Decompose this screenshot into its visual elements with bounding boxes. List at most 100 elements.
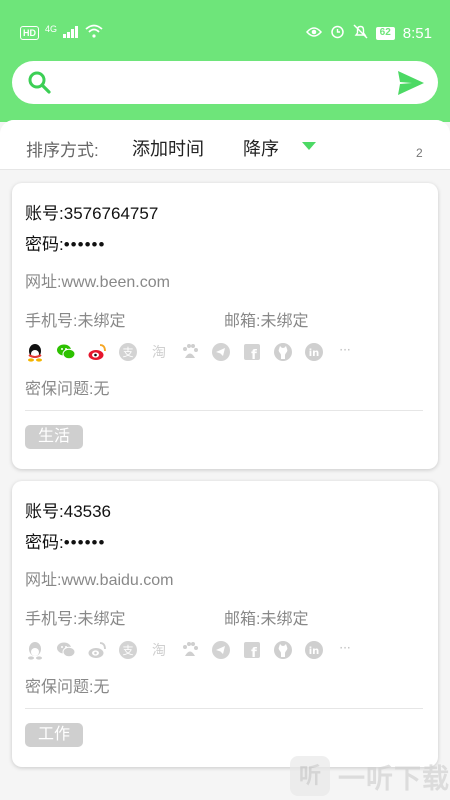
password-label: 密码: [25, 533, 64, 552]
question-label: 密保问题: [25, 679, 94, 696]
more-icon: ··· [335, 640, 355, 660]
password-label: 密码: [25, 235, 64, 254]
clock: 8:51 [402, 25, 432, 42]
password-value: •••••• [63, 235, 106, 254]
phone-row: 手机号:未绑定 [25, 605, 125, 629]
taobao-glyph: 淘 [152, 643, 166, 659]
status-left: HD 4G [20, 24, 103, 42]
watermark: 听 一听下载 [290, 756, 450, 796]
linkedin-glyph: in [309, 348, 320, 359]
alipay-icon: 支 [118, 342, 138, 362]
account-card[interactable]: 账号:3576764757 密码:•••••• 网址:www.been.com … [12, 183, 438, 469]
linkedin-glyph: in [309, 646, 320, 657]
site-row: 网址:www.been.com [25, 268, 170, 292]
sort-bar: 排序方式: 添加时间 降序 [0, 120, 450, 170]
alipay-glyph: 支 [123, 644, 134, 657]
sort-field-selector[interactable]: 添加时间 [132, 135, 204, 161]
account-card[interactable]: 账号:43536 密码:•••••• 网址:www.baidu.com 手机号:… [12, 481, 438, 767]
more-icon: ··· [335, 342, 355, 362]
wechat-icon [56, 640, 76, 660]
question-label: 密保问题: [25, 381, 94, 398]
email-value: 未绑定 [260, 611, 309, 628]
status-right: 62 8:51 [305, 24, 432, 43]
account-row: 账号:3576764757 [25, 199, 158, 224]
site-row: 网址:www.baidu.com [25, 566, 174, 590]
email-label: 邮箱: [224, 611, 261, 628]
sort-label: 排序方式: [26, 141, 99, 160]
send-icon[interactable] [397, 70, 425, 101]
platform-icons: 支 淘 f in ··· [25, 640, 355, 660]
question-value: 无 [93, 679, 110, 696]
site-label: 网址: [25, 572, 62, 589]
phone-label: 手机号: [25, 313, 78, 330]
password-row: 密码:•••••• [25, 230, 105, 255]
item-count: 2 [416, 146, 423, 160]
search-bar [12, 61, 438, 104]
phone-value: 未绑定 [77, 611, 126, 628]
linkedin-icon: in [304, 342, 324, 362]
email-value: 未绑定 [260, 313, 309, 330]
password-row: 密码:•••••• [25, 528, 105, 553]
site-label: 网址: [25, 274, 62, 291]
security-question-row: 密保问题:无 [25, 673, 109, 697]
account-label: 账号: [25, 502, 64, 521]
account-value: 3576764757 [63, 204, 159, 223]
github-icon [273, 342, 293, 362]
alipay-icon: 支 [118, 640, 138, 660]
facebook-icon: f [242, 342, 262, 362]
search-input[interactable] [64, 69, 384, 96]
email-row: 邮箱:未绑定 [224, 605, 308, 629]
more-glyph: ··· [339, 641, 350, 655]
facebook-glyph: f [251, 348, 257, 362]
question-value: 无 [93, 381, 110, 398]
account-row: 账号:43536 [25, 497, 111, 522]
facebook-glyph: f [251, 646, 257, 660]
category-tag[interactable]: 工作 [25, 723, 84, 747]
qq-icon [25, 640, 45, 660]
wechat-icon [56, 342, 76, 362]
divider [25, 410, 423, 411]
baidu-icon [180, 640, 200, 660]
taobao-icon: 淘 [149, 342, 169, 362]
facebook-icon: f [242, 640, 262, 660]
signal-icon [63, 25, 79, 42]
email-label: 邮箱: [224, 313, 261, 330]
dropdown-caret-icon[interactable] [302, 142, 316, 150]
linkedin-icon: in [304, 640, 324, 660]
search-icon[interactable] [27, 70, 52, 100]
baidu-icon [180, 342, 200, 362]
taobao-glyph: 淘 [152, 345, 166, 361]
github-icon [273, 640, 293, 660]
battery-level: 62 [375, 27, 395, 40]
wifi-icon [85, 24, 103, 42]
weibo-icon [87, 342, 107, 362]
hd-badge: HD [20, 26, 39, 40]
alipay-glyph: 支 [123, 346, 134, 359]
security-question-row: 密保问题:无 [25, 375, 109, 399]
weibo-icon [87, 640, 107, 660]
watermark-logo: 听 [290, 756, 330, 796]
site-value: www.baidu.com [61, 572, 174, 589]
account-label: 账号: [25, 204, 64, 223]
category-tag[interactable]: 生活 [25, 425, 84, 449]
network-type: 4G [45, 24, 58, 34]
site-value: www.been.com [61, 274, 170, 291]
more-glyph: ··· [339, 343, 350, 357]
platform-icons: 支 淘 f in ··· [25, 342, 355, 362]
eye-icon [305, 25, 322, 42]
email-row: 邮箱:未绑定 [224, 307, 308, 331]
status-bar: HD 4G 62 8:51 [0, 0, 450, 66]
telegram-icon [211, 640, 231, 660]
phone-value: 未绑定 [77, 313, 126, 330]
taobao-icon: 淘 [149, 640, 169, 660]
account-value: 43536 [63, 502, 112, 521]
phone-row: 手机号:未绑定 [25, 307, 125, 331]
password-value: •••••• [63, 533, 106, 552]
sort-order-selector[interactable]: 降序 [243, 135, 279, 161]
telegram-icon [211, 342, 231, 362]
watermark-text: 一听下载 [338, 763, 450, 794]
qq-icon [25, 342, 45, 362]
alarm-icon [330, 24, 345, 43]
mute-icon [353, 24, 368, 43]
divider [25, 708, 423, 709]
